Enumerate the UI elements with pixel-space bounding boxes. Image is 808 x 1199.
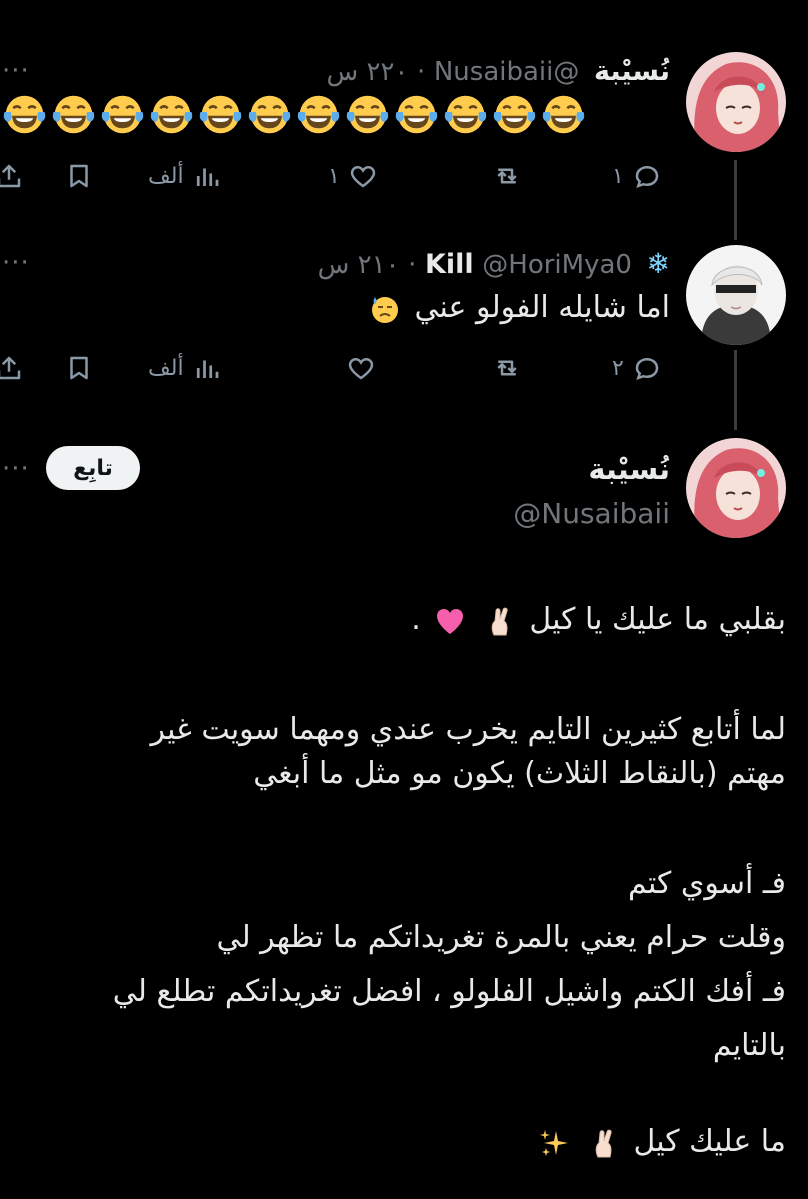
face-with-tears-of-joy-icon (199, 95, 242, 134)
face-with-tears-of-joy-icon (444, 95, 487, 134)
tweet-actions: ٢ ألف (0, 348, 670, 388)
share-button[interactable] (0, 156, 24, 196)
more-options-icon[interactable]: ··· (2, 250, 30, 276)
snowflake-icon: ❄ (646, 247, 670, 280)
heart-icon (348, 357, 374, 380)
tweet-body-line: فـ أفك الكتم واشيل الفلولو ، افضل تغريدا… (112, 974, 786, 1009)
reply-count: ١ (612, 163, 624, 189)
avatar[interactable] (686, 52, 786, 152)
display-name[interactable]: نُسيْبة (594, 56, 670, 87)
bookmark-icon (70, 164, 88, 188)
display-name[interactable]: Kill (425, 249, 474, 280)
anxious-face-with-sweat-icon (371, 296, 398, 323)
reply-button[interactable]: ١ (612, 156, 662, 196)
tweet-header: ❄ Kill @HoriMya0 · ٢١٠ س (317, 247, 670, 280)
timestamp[interactable]: ٢٢٠ س (326, 57, 408, 87)
tweet-body-line: بالتايم (712, 1028, 786, 1063)
handle[interactable]: @Nusaibaii (434, 57, 580, 87)
avatar[interactable] (686, 438, 786, 538)
bookmark-button[interactable] (64, 156, 94, 196)
thread-connector (734, 160, 737, 240)
face-with-tears-of-joy-icon (542, 95, 585, 134)
retweet-icon (497, 360, 517, 376)
more-options-icon[interactable]: ··· (2, 456, 30, 482)
more-options-icon[interactable]: ··· (2, 58, 30, 84)
views-icon (196, 168, 218, 186)
like-button[interactable]: ١ (328, 156, 378, 196)
tweet-body-line: بقلبي ما عليك يا كيل . (411, 602, 786, 637)
timestamp[interactable]: ٢١٠ س (318, 250, 400, 280)
tweet-body-line: ما عليك كيل (534, 1124, 786, 1159)
views-icon (196, 360, 218, 378)
handle[interactable]: @Nusaibaii (513, 497, 670, 530)
face-with-tears-of-joy-icon (150, 95, 193, 134)
views-button[interactable]: ألف (148, 156, 222, 196)
sparkles-icon (540, 1129, 569, 1156)
reply-button[interactable]: ٢ (612, 348, 662, 388)
handle[interactable]: @HoriMya0 (482, 250, 632, 280)
bookmark-icon (70, 356, 88, 380)
share-icon (0, 164, 21, 188)
like-button[interactable] (346, 348, 376, 388)
follow-button[interactable]: تابِع (46, 446, 140, 490)
reply-count: ٢ (612, 355, 624, 381)
face-with-tears-of-joy-icon (101, 95, 144, 134)
face-with-tears-of-joy-icon (52, 95, 95, 134)
face-with-tears-of-joy-icon (297, 95, 340, 134)
retweet-icon (497, 168, 517, 184)
tweet-body-line: مهتم (بالنقاط الثلاث) يكون مو مثل ما أبغ… (253, 756, 786, 791)
tweet-text (2, 92, 586, 137)
tweet-text: اما شايله الفولو عني (365, 290, 670, 325)
tweet-actions: ١ ١ ألف (0, 156, 670, 196)
share-icon (0, 356, 21, 380)
crossed-fingers-icon (595, 1129, 612, 1157)
tweet-body-line: وقلت حرام يعني بالمرة تغريداتكم ما تظهر … (216, 920, 787, 955)
reply-icon (635, 165, 659, 188)
face-with-tears-of-joy-icon (493, 95, 536, 134)
views-button[interactable]: ألف (148, 348, 222, 388)
reply-icon (635, 357, 659, 380)
like-count: ١ (328, 163, 340, 189)
views-count: ألف (148, 355, 184, 381)
bookmark-button[interactable] (64, 348, 94, 388)
display-name[interactable]: نُسيْبة (588, 452, 670, 486)
tweet-header: نُسيْبة @Nusaibaii · ٢٢٠ س (326, 56, 670, 87)
face-with-tears-of-joy-icon (395, 95, 438, 134)
crossed-fingers-icon (491, 607, 508, 635)
heart-icon (350, 165, 376, 188)
pink-heart-icon (437, 608, 464, 634)
thread-connector (734, 350, 737, 430)
face-with-tears-of-joy-icon (248, 95, 291, 134)
views-count: ألف (148, 163, 184, 189)
tweet-body-line: فـ أسوي كتم (628, 866, 786, 901)
face-with-tears-of-joy-icon (3, 95, 46, 134)
share-button[interactable] (0, 348, 24, 388)
face-with-tears-of-joy-icon (346, 95, 389, 134)
tweet-body-line: لما أتابع كثيرين التايم يخرب عندي ومهما … (150, 712, 786, 747)
retweet-button[interactable] (492, 348, 522, 388)
avatar[interactable] (686, 245, 786, 345)
retweet-button[interactable] (492, 156, 522, 196)
